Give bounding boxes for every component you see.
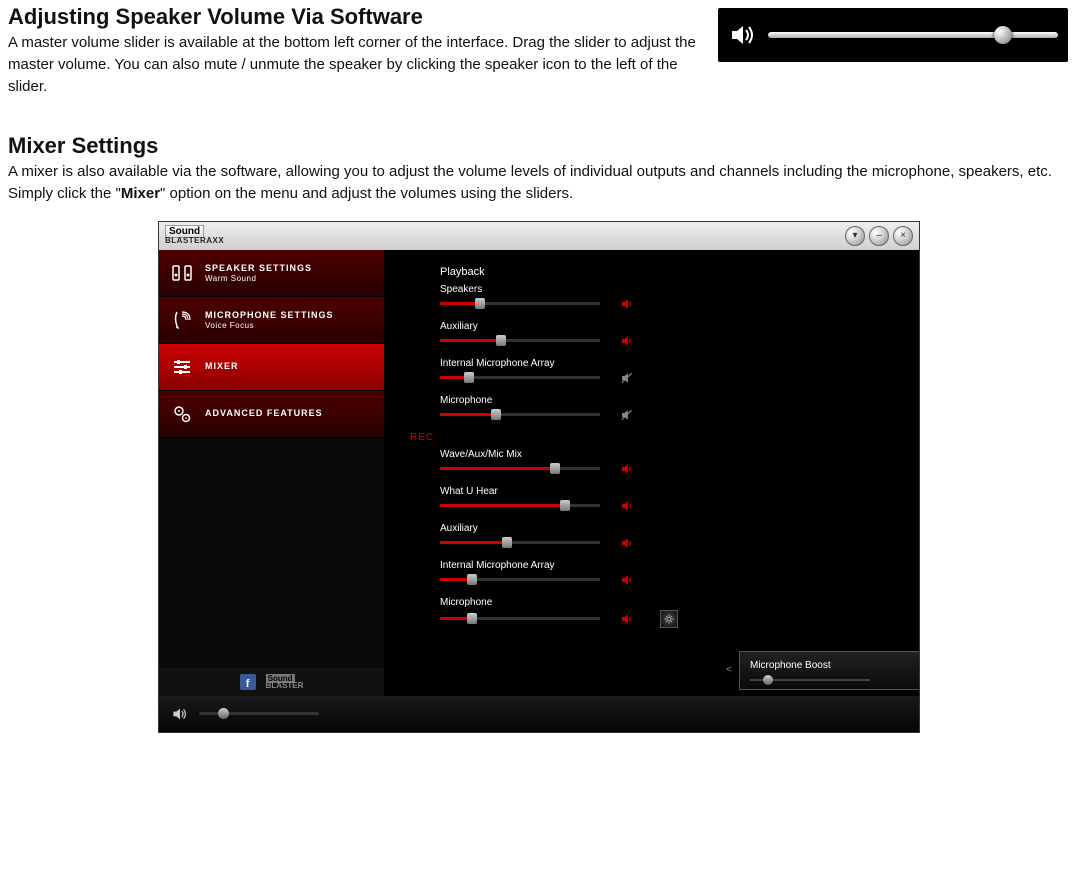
footer-volume-slider[interactable]: [199, 712, 319, 715]
mute-icon[interactable]: [620, 371, 634, 385]
channel-thumb[interactable]: [491, 409, 501, 420]
voice-icon: [169, 307, 195, 333]
section-body: A mixer is also available via the softwa…: [8, 161, 1070, 205]
volume-icon[interactable]: [620, 297, 634, 311]
channel-label: Wave/Aux/Mic Mix: [440, 449, 903, 460]
mixer-panel: Playback Speakers Auxiliary Internal Micro…: [384, 250, 919, 696]
microphone-boost-popup: Microphone Boost: [739, 651, 919, 690]
channel-row: Internal Microphone Array: [440, 358, 903, 385]
volume-icon[interactable]: [620, 462, 634, 476]
microphone-boost-thumb[interactable]: [763, 675, 773, 685]
sliders-icon: [169, 354, 195, 380]
nav-sublabel: Voice Focus: [205, 321, 334, 330]
volume-icon[interactable]: [620, 334, 634, 348]
dropdown-button[interactable]: ▾: [845, 226, 865, 246]
rec-heading: REC: [410, 432, 903, 443]
channel-row: Internal Microphone Array: [440, 560, 903, 587]
channel-thumb[interactable]: [550, 463, 560, 474]
volume-icon[interactable]: [620, 536, 634, 550]
sidebar-footer: f Sound BLASTER: [159, 668, 384, 696]
channel-slider[interactable]: [440, 302, 600, 305]
playback-heading: Playback: [440, 266, 903, 278]
speaker-icon[interactable]: [728, 20, 758, 50]
section-title: Mixer Settings: [8, 133, 1070, 159]
app-window: Sound BLASTERAXX ▾ – × SPEAKER SETTINGSW…: [158, 221, 920, 733]
channel-label: Microphone: [440, 597, 903, 608]
nav-label: SPEAKER SETTINGS: [205, 263, 312, 274]
app-footer: [159, 696, 919, 732]
minimize-button[interactable]: –: [869, 226, 889, 246]
volume-icon[interactable]: [620, 612, 634, 626]
close-button[interactable]: ×: [893, 226, 913, 246]
volume-icon[interactable]: [620, 573, 634, 587]
master-volume-slider[interactable]: [768, 32, 1058, 38]
channel-label: Internal Microphone Array: [440, 358, 903, 369]
speaker-icon[interactable]: [171, 705, 189, 723]
channel-slider[interactable]: [440, 541, 600, 544]
channel-label: Auxiliary: [440, 523, 903, 534]
channel-thumb[interactable]: [475, 298, 485, 309]
sidebar-item-speaker-settings[interactable]: SPEAKER SETTINGSWarm Sound: [159, 250, 384, 297]
channel-thumb[interactable]: [464, 372, 474, 383]
section-body: A master volume slider is available at t…: [8, 32, 698, 97]
volume-icon[interactable]: [620, 499, 634, 513]
microphone-boost-slider[interactable]: [750, 679, 870, 681]
channel-thumb[interactable]: [502, 537, 512, 548]
channel-label: Microphone: [440, 395, 903, 406]
app-logo: Sound BLASTERAXX: [165, 227, 224, 245]
channel-slider[interactable]: [440, 376, 600, 379]
sidebar-item-advanced-features[interactable]: ADVANCED FEATURES: [159, 391, 384, 438]
nav-label: MICROPHONE SETTINGS: [205, 310, 334, 321]
channel-label: Internal Microphone Array: [440, 560, 903, 571]
sidebar: SPEAKER SETTINGSWarm SoundMICROPHONE SET…: [159, 250, 384, 696]
nav-label: ADVANCED FEATURES: [205, 408, 323, 419]
channel-label: Auxiliary: [440, 321, 903, 332]
speaker-pair-icon: [169, 260, 195, 286]
master-volume-thumb[interactable]: [994, 26, 1012, 44]
channel-label: Speakers: [440, 284, 903, 295]
channel-row: Microphone: [440, 395, 903, 422]
channel-thumb[interactable]: [467, 574, 477, 585]
brand-badge: Sound BLASTER: [266, 675, 304, 689]
channel-slider[interactable]: [440, 578, 600, 581]
channel-slider[interactable]: [440, 617, 600, 620]
master-volume-widget: [718, 8, 1068, 62]
channel-row: Speakers: [440, 284, 903, 311]
channel-row: Auxiliary: [440, 321, 903, 348]
popup-label: Microphone Boost: [750, 660, 910, 671]
channel-slider[interactable]: [440, 339, 600, 342]
channel-slider[interactable]: [440, 504, 600, 507]
gears-icon: [169, 401, 195, 427]
channel-thumb[interactable]: [467, 613, 477, 624]
footer-volume-thumb[interactable]: [218, 708, 229, 719]
sidebar-item-mixer[interactable]: MIXER: [159, 344, 384, 391]
channel-thumb[interactable]: [496, 335, 506, 346]
channel-row: Microphone: [440, 597, 903, 628]
section-title: Adjusting Speaker Volume Via Software: [8, 4, 698, 30]
channel-row: Auxiliary: [440, 523, 903, 550]
channel-settings-button[interactable]: [660, 610, 678, 628]
nav-label: MIXER: [205, 361, 239, 372]
channel-label: What U Hear: [440, 486, 903, 497]
mute-icon[interactable]: [620, 408, 634, 422]
channel-slider[interactable]: [440, 467, 600, 470]
nav-sublabel: Warm Sound: [205, 274, 312, 283]
channel-row: What U Hear: [440, 486, 903, 513]
channel-slider[interactable]: [440, 413, 600, 416]
channel-row: Wave/Aux/Mic Mix: [440, 449, 903, 476]
sidebar-item-microphone-settings[interactable]: MICROPHONE SETTINGSVoice Focus: [159, 297, 384, 344]
facebook-icon[interactable]: f: [240, 674, 256, 690]
channel-thumb[interactable]: [560, 500, 570, 511]
app-titlebar: Sound BLASTERAXX ▾ – ×: [159, 222, 919, 250]
